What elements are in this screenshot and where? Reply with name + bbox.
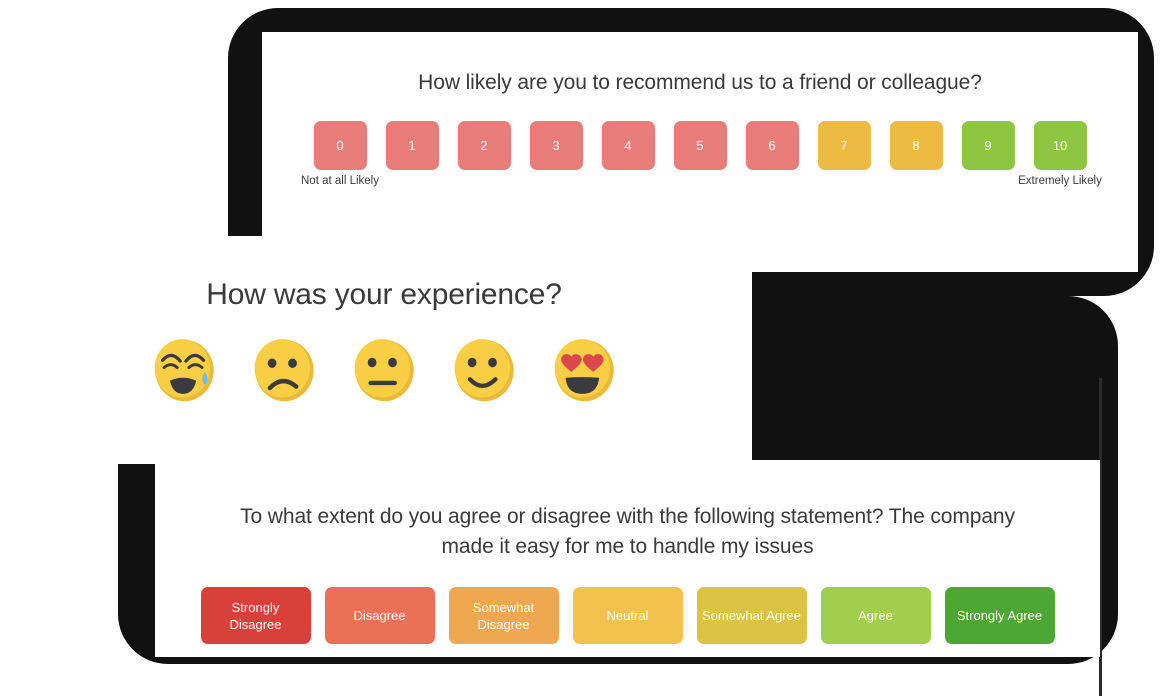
likert-question-title: To what extent do you agree or disagree … xyxy=(240,505,1015,558)
likert-label: Strongly Disagree xyxy=(229,599,282,632)
nps-value-label: 8 xyxy=(912,138,920,153)
likert-button-neutral[interactable]: Neutral xyxy=(572,587,683,644)
crying-face-icon[interactable] xyxy=(148,334,221,407)
nps-option-4: 4 xyxy=(601,121,655,170)
likert-label: Agree xyxy=(858,608,893,623)
nps-button-10[interactable]: 10 xyxy=(1033,121,1087,170)
nps-question-title: How likely are you to recommend us to a … xyxy=(418,71,982,94)
heart-eyes-face-icon[interactable] xyxy=(548,334,621,407)
likert-label: Somewhat Agree xyxy=(701,608,801,623)
survey-preview-stage: How likely are you to recommend us to a … xyxy=(0,0,1162,696)
nps-option-6: 6 xyxy=(745,121,799,170)
nps-value-label: 2 xyxy=(480,138,488,153)
nps-high-anchor: Extremely Likely xyxy=(1018,175,1102,187)
nps-button-4[interactable]: 4 xyxy=(601,121,655,170)
nps-option-8: 8 xyxy=(889,121,943,170)
emoji-question-title: How was your experience? xyxy=(206,278,562,311)
likert-button-disagree[interactable]: Disagree xyxy=(324,587,435,644)
nps-button-1[interactable]: 1 xyxy=(385,121,439,170)
nps-scale: 0 Not at all Likely 1 2 3 4 5 6 7 8 9 10… xyxy=(262,121,1138,187)
nps-value-label: 5 xyxy=(696,138,704,153)
nps-button-7[interactable]: 7 xyxy=(817,121,871,170)
nps-value-label: 1 xyxy=(408,138,416,153)
likert-label: Somewhat Disagree xyxy=(472,599,535,632)
nps-option-1: 1 xyxy=(385,121,439,170)
nps-button-5[interactable]: 5 xyxy=(673,121,727,170)
likert-button-strongly-disagree[interactable]: Strongly Disagree xyxy=(200,587,311,644)
nps-option-0: 0 Not at all Likely xyxy=(301,121,379,187)
likert-question-card: To what extent do you agree or disagree … xyxy=(155,460,1100,657)
emoji-question-card: How was your experience? xyxy=(16,236,752,464)
nps-button-8[interactable]: 8 xyxy=(889,121,943,170)
nps-option-5: 5 xyxy=(673,121,727,170)
nps-value-label: 4 xyxy=(624,138,632,153)
nps-value-label: 0 xyxy=(336,138,344,153)
likert-scale: Strongly Disagree Disagree Somewhat Disa… xyxy=(155,587,1100,644)
nps-button-9[interactable]: 9 xyxy=(961,121,1015,170)
emoji-scale xyxy=(16,334,752,407)
nps-value-label: 6 xyxy=(768,138,776,153)
nps-value-label: 10 xyxy=(1052,138,1068,153)
likert-button-somewhat-agree[interactable]: Somewhat Agree xyxy=(696,587,807,644)
nps-value-label: 3 xyxy=(552,138,560,153)
nps-option-9: 9 xyxy=(961,121,1015,170)
neutral-face-icon[interactable] xyxy=(348,334,421,407)
nps-low-anchor: Not at all Likely xyxy=(301,175,379,187)
nps-value-label: 7 xyxy=(840,138,848,153)
nps-value-label: 9 xyxy=(984,138,992,153)
nps-button-6[interactable]: 6 xyxy=(745,121,799,170)
nps-button-0[interactable]: 0 xyxy=(313,121,367,170)
slightly-smiling-face-icon[interactable] xyxy=(448,334,521,407)
nps-button-3[interactable]: 3 xyxy=(529,121,583,170)
frowning-face-icon[interactable] xyxy=(248,334,321,407)
likert-label: Neutral xyxy=(606,608,649,623)
nps-button-2[interactable]: 2 xyxy=(457,121,511,170)
nps-option-2: 2 xyxy=(457,121,511,170)
likert-label: Strongly Agree xyxy=(956,608,1043,623)
likert-button-strongly-agree[interactable]: Strongly Agree xyxy=(944,587,1055,644)
likert-button-agree[interactable]: Agree xyxy=(820,587,931,644)
likert-button-somewhat-disagree[interactable]: Somewhat Disagree xyxy=(448,587,559,644)
nps-option-3: 3 xyxy=(529,121,583,170)
nps-option-10: 10 Extremely Likely xyxy=(1018,121,1102,187)
nps-option-7: 7 xyxy=(817,121,871,170)
likert-label: Disagree xyxy=(353,608,406,623)
